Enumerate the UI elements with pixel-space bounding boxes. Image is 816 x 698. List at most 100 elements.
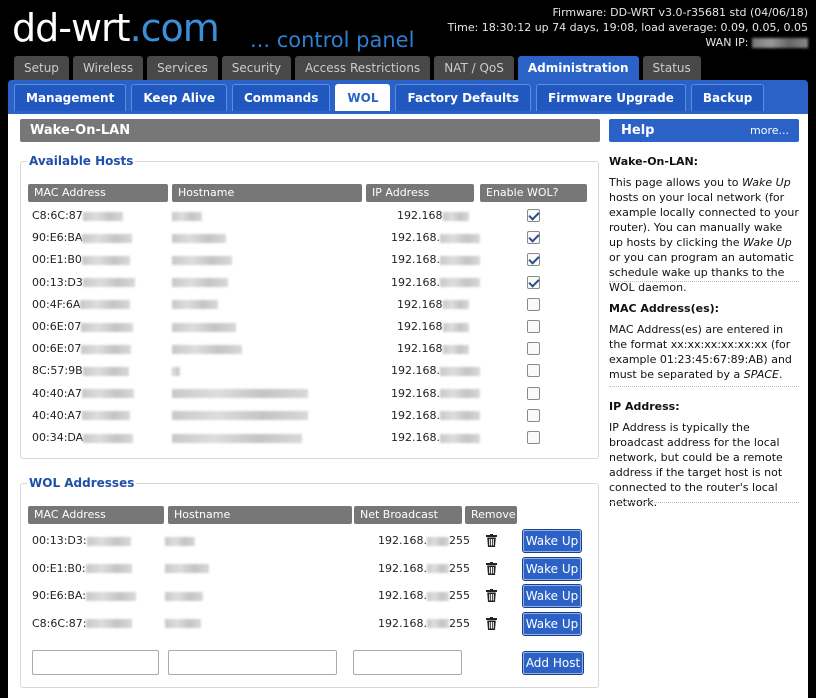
host-ip: 192.168 (397, 208, 469, 224)
redacted-value (165, 591, 203, 601)
trash-icon[interactable] (486, 561, 497, 575)
redacted-value (81, 344, 132, 354)
host-hostname (172, 275, 228, 291)
host-hostname (172, 319, 236, 335)
redacted-value (86, 536, 131, 546)
help-divider (609, 386, 799, 387)
subtab-commands[interactable]: Commands (231, 84, 331, 111)
tab-administration[interactable]: Administration (517, 56, 639, 81)
enable-wol-checkbox[interactable] (527, 253, 540, 267)
enable-wol-checkbox[interactable] (527, 275, 540, 289)
host-ip-prefix: 192.168 (397, 342, 443, 356)
redacted-value (426, 591, 449, 601)
host-ip-prefix: 192.168 (397, 320, 443, 333)
redacted-value (442, 211, 469, 221)
subtab-firmware-upgrade[interactable]: Firmware Upgrade (536, 84, 686, 111)
subtab-backup[interactable]: Backup (690, 84, 765, 111)
wake-up-button[interactable]: Wake Up (522, 556, 582, 581)
host-mac-prefix: 00:34:DA (32, 431, 84, 444)
host-ip: 192.168. (391, 363, 480, 379)
wake-up-button[interactable]: Wake Up (522, 611, 582, 636)
host-mac: 00:13:D3 (32, 275, 135, 291)
host-ip-prefix: 192.168. (391, 431, 440, 444)
trash-icon[interactable] (486, 589, 497, 602)
redacted-value (439, 411, 480, 421)
logo-text: dd-wrt (12, 6, 131, 50)
tab-nat-qos[interactable]: NAT / QoS (434, 56, 514, 81)
host-ip: 192.168. (391, 252, 480, 268)
help-text-part: . (778, 368, 783, 381)
enable-wol-checkbox[interactable] (527, 209, 540, 222)
enable-wol-checkbox[interactable] (527, 386, 540, 400)
content-area: Wake-On-LAN Available Hosts MAC Address H… (8, 114, 808, 698)
wan-ip-label: WAN IP: (705, 36, 749, 49)
redacted-value (442, 344, 469, 354)
host-mac: 90:E6:BA (32, 230, 133, 246)
help-more-link[interactable]: more... (750, 119, 789, 142)
logo-suffix: .com (129, 6, 220, 50)
enable-wol-checkbox[interactable] (527, 231, 540, 245)
host-hostname (172, 363, 180, 379)
redacted-value (85, 591, 136, 601)
host-ip-prefix: 192.168. (391, 364, 440, 378)
host-mac: 8C:57:9B (32, 363, 129, 379)
redacted-value (82, 278, 135, 288)
host-ip: 192.168 (397, 341, 469, 357)
redacted-value (439, 366, 480, 376)
enable-wol-checkbox[interactable] (527, 297, 540, 311)
add-host-button[interactable]: Add Host (522, 651, 584, 675)
redacted-value (172, 389, 308, 399)
enable-wol-checkbox[interactable] (527, 364, 540, 378)
subtab-management[interactable]: Management (14, 84, 127, 111)
header: dd-wrt.com ... control panel Firmware: D… (0, 0, 816, 56)
new-broadcast-input[interactable] (353, 650, 462, 675)
firmware-version: Firmware: DD-WRT v3.0-r35681 std (04/06/… (552, 6, 808, 19)
new-hostname-input[interactable] (168, 650, 337, 675)
redacted-value (81, 389, 134, 399)
host-hostname (172, 341, 242, 357)
subtab-wol[interactable]: WOL (335, 84, 391, 111)
main-nav: Setup Wireless Services Security Access Rest… (14, 56, 705, 81)
redacted-value (172, 344, 242, 354)
tab-status[interactable]: Status (642, 56, 701, 81)
help-section-text: IP Address is typically the broadcast ad… (609, 420, 799, 510)
tab-access-restrictions[interactable]: Access Restrictions (295, 56, 431, 81)
wol-col-header: Net Broadcast (354, 506, 462, 524)
tab-services[interactable]: Services (147, 56, 218, 81)
wol-mac-prefix: C8:6C:87: (32, 616, 87, 630)
host-hostname (172, 386, 308, 402)
subtab-keep-alive[interactable]: Keep Alive (131, 84, 227, 111)
subtab-factory-defaults[interactable]: Factory Defaults (395, 84, 532, 111)
hosts-col-header: IP Address (366, 184, 474, 202)
tab-wireless[interactable]: Wireless (72, 56, 144, 81)
new-mac-input[interactable] (32, 650, 159, 675)
enable-wol-checkbox[interactable] (527, 342, 540, 356)
redacted-value (81, 411, 130, 421)
trash-icon[interactable] (486, 534, 497, 547)
control-panel-tagline: ... control panel (250, 28, 415, 52)
wake-up-button[interactable]: Wake Up (522, 529, 582, 553)
host-hostname (172, 230, 226, 246)
wol-mac: 00:13:D3: (32, 533, 131, 549)
help-section-text: MAC Address(es) are entered in the forma… (609, 322, 799, 382)
redacted-value (165, 536, 195, 546)
enable-wol-checkbox[interactable] (527, 408, 540, 422)
enable-wol-checkbox[interactable] (527, 320, 540, 333)
trash-icon[interactable] (486, 616, 497, 630)
tab-security[interactable]: Security (221, 56, 292, 81)
help-emphasis: Wake Up (742, 176, 791, 189)
wol-hostname (165, 561, 209, 577)
help-section: MAC Address(es): MAC Address(es) are ente… (609, 301, 799, 382)
tab-setup[interactable]: Setup (14, 56, 69, 81)
wol-col-header: Remove (465, 506, 517, 524)
redacted-value (426, 619, 449, 628)
enable-wol-checkbox[interactable] (527, 431, 540, 444)
host-hostname (172, 408, 308, 424)
host-mac-prefix: 40:40:A7 (32, 386, 82, 400)
redacted-value (172, 278, 228, 288)
redacted-value (442, 322, 469, 332)
redacted-value (442, 300, 469, 310)
wake-up-button[interactable]: Wake Up (522, 584, 582, 608)
help-text-part: This page allows you to (609, 176, 742, 189)
wol-col-header: MAC Address (28, 506, 164, 524)
